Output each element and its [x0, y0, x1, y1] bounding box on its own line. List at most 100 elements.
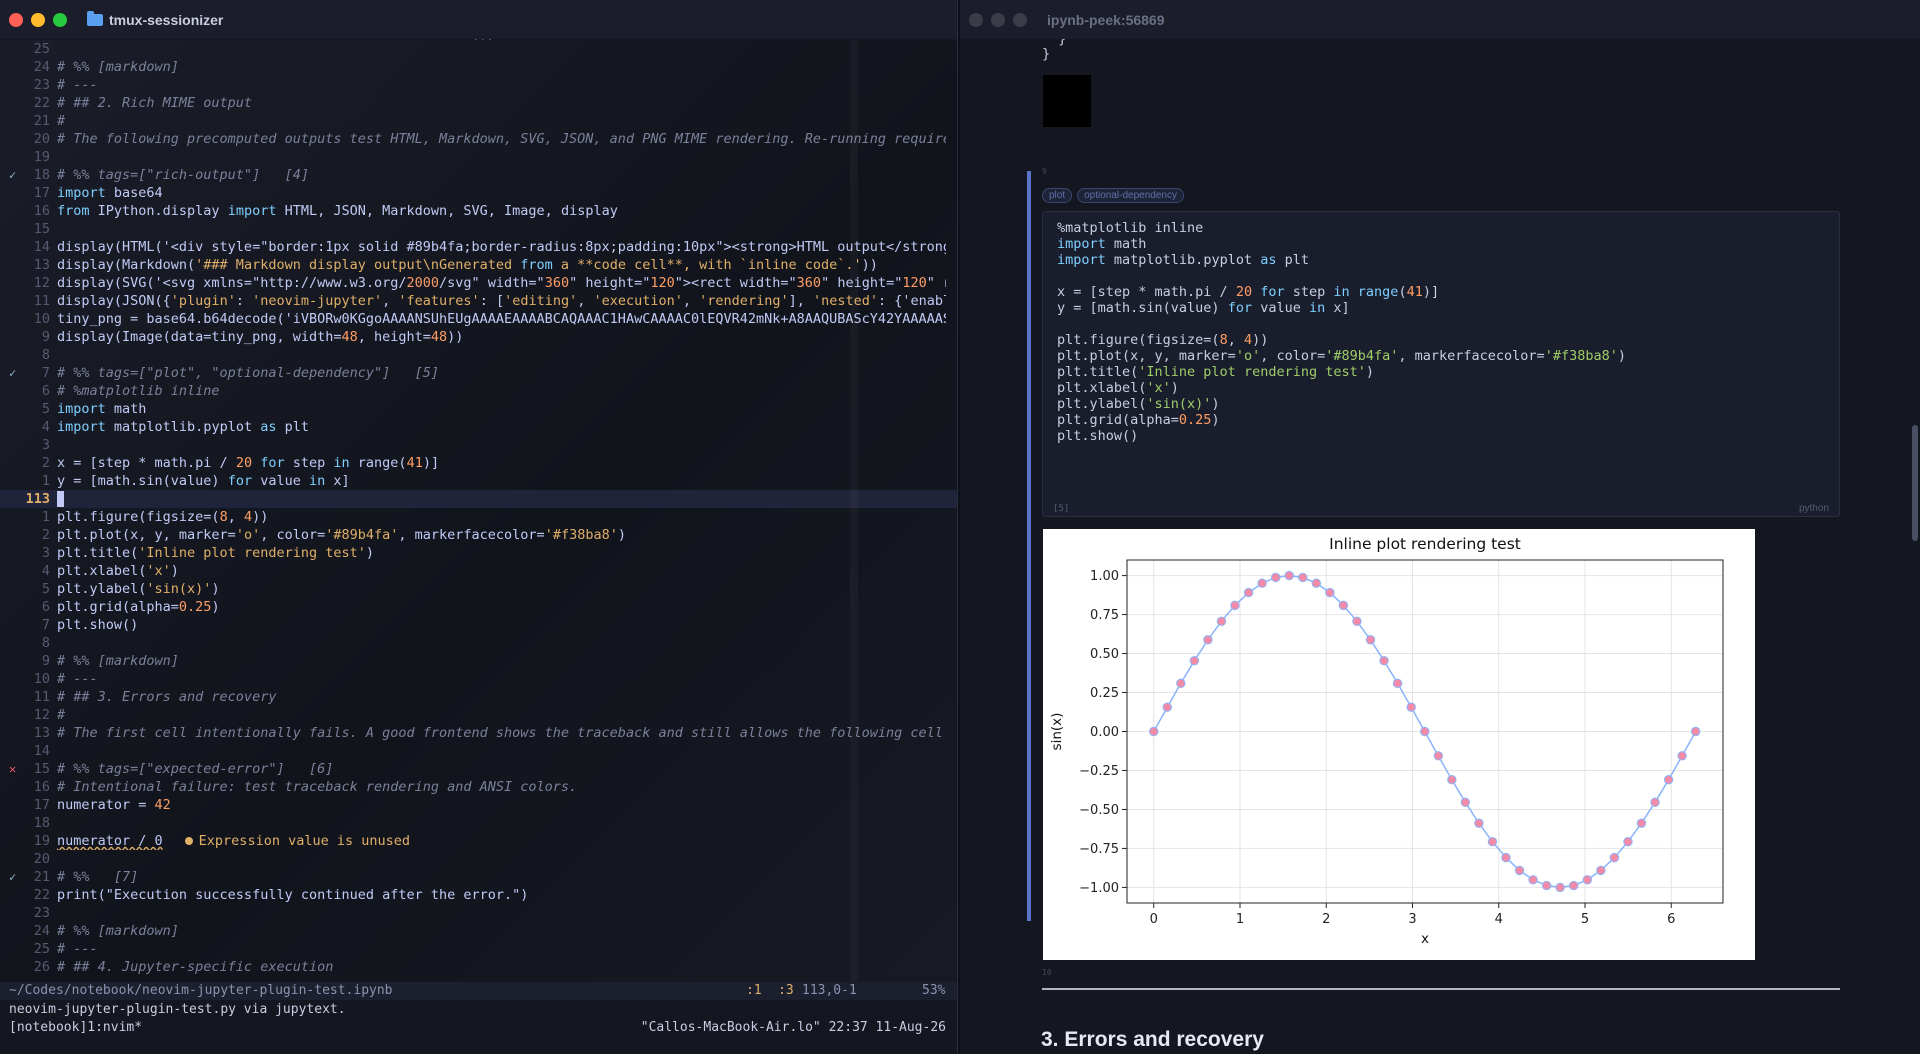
editor-line[interactable]: ✓ 18 # %% tags=["rich-output"] [4]: [0, 166, 957, 184]
editor-line[interactable]: 25 # ---: [0, 940, 957, 958]
data-point: [1325, 587, 1335, 598]
editor-line[interactable]: 10 # ---: [0, 670, 957, 688]
editor-line[interactable]: 5 import math: [0, 400, 957, 418]
cursor: [57, 490, 946, 508]
editor-line[interactable]: 20 # The following precomputed outputs te…: [0, 130, 957, 148]
line-number: 24: [33, 923, 50, 939]
cell-tags: plot optional-dependency: [1042, 188, 1184, 203]
editor-line[interactable]: 8: [0, 634, 957, 652]
line-number: 18: [33, 815, 50, 831]
cell-tag[interactable]: optional-dependency: [1077, 188, 1184, 203]
code-cell[interactable]: [5] python %matplotlib inline import math…: [1042, 211, 1840, 517]
editor-line[interactable]: 3: [0, 436, 957, 454]
preview-titlebar[interactable]: ipynb-peek:56869: [960, 0, 1920, 39]
editor-line[interactable]: 2 x = [step * math.pi / 20 for step in ra…: [0, 454, 957, 472]
editor-line[interactable]: 21 #: [0, 112, 957, 130]
y-tick-label: −0.75: [1079, 842, 1119, 857]
editor-line[interactable]: 1 plt.figure(figsize=(8, 4)): [0, 508, 957, 526]
editor-line[interactable]: 5 plt.ylabel('sin(x)'): [0, 580, 957, 598]
scrollbar[interactable]: [1910, 39, 1920, 1054]
cell-tag[interactable]: plot: [1042, 188, 1073, 203]
data-point: [1650, 797, 1660, 807]
x-tick-label: 3: [1408, 912, 1416, 927]
data-point: [1243, 587, 1254, 598]
editor-line[interactable]: 7 plt.show(): [0, 616, 957, 634]
y-tick-label: 0.00: [1090, 725, 1119, 740]
editor-line[interactable]: 10 tiny_png = base64.b64decode('iVBORw0KG…: [0, 310, 957, 328]
minimize-window-button[interactable]: [31, 12, 45, 27]
markdown-heading: 3. Errors and recovery: [1041, 1028, 1264, 1051]
code-text: display(HTML('<div style="border:1px sol…: [57, 239, 946, 255]
terminal-window[interactable]: tmux-sessionizer ... 25 24 # %% [markdown]…: [0, 0, 958, 1054]
line-number: 9: [41, 653, 50, 669]
line-number: 12: [33, 707, 50, 723]
editor-line[interactable]: 19 numerator / 0 Expression value is unuse…: [0, 832, 957, 850]
y-tick-label: 1.00: [1090, 569, 1119, 584]
editor-line[interactable]: 12 #: [0, 706, 957, 724]
editor-line[interactable]: 11 # ## 3. Errors and recovery: [0, 688, 957, 706]
editor-line[interactable]: 113: [0, 490, 957, 508]
editor-line[interactable]: 14: [0, 742, 957, 760]
preview-window[interactable]: ipynb-peek:56869 } } 9 plot optional-dep…: [960, 0, 1920, 1054]
editor-line[interactable]: 9 # %% [markdown]: [0, 652, 957, 670]
editor-line[interactable]: 13 # The first cell intentionally fails. …: [0, 724, 957, 742]
editor-line[interactable]: 16 # Intentional failure: test traceback …: [0, 778, 957, 796]
editor-line[interactable]: 15: [0, 220, 957, 238]
editor-line[interactable]: 8: [0, 346, 957, 364]
editor-line[interactable]: 20: [0, 850, 957, 868]
nvim-editor[interactable]: 25 24 # %% [markdown] 23 # --- 22 # ## 2. Rich…: [0, 40, 957, 982]
editor-line[interactable]: ✕ 15 # %% tags=["expected-error"] [6]: [0, 760, 957, 778]
editor-line[interactable]: 9 display(Image(data=tiny_png, width=48, …: [0, 328, 957, 346]
editor-line[interactable]: 13 display(Markdown('### Markdown display…: [0, 256, 957, 274]
code-text: plt.plot(x, y, marker='o', color='#89b4f…: [57, 527, 626, 543]
editor-line[interactable]: 4 plt.xlabel('x'): [0, 562, 957, 580]
editor-line[interactable]: 11 display(JSON({'plugin': 'neovim-jupyte…: [0, 292, 957, 310]
line-number: 19: [33, 833, 50, 849]
editor-line[interactable]: 22 print("Execution successfully continue…: [0, 886, 957, 904]
code-text: y = [math.sin(value) for value in x]: [57, 473, 350, 489]
close-window-button[interactable]: [9, 12, 23, 27]
data-point: [1176, 678, 1186, 689]
editor-line[interactable]: 26 # ## 4. Jupyter-specific execution: [0, 958, 957, 976]
data-point: [1677, 751, 1687, 761]
editor-line[interactable]: 3 plt.title('Inline plot rendering test'): [0, 544, 957, 562]
editor-line[interactable]: 17 import base64: [0, 184, 957, 202]
data-point: [1541, 880, 1552, 891]
editor-line[interactable]: 1 y = [math.sin(value) for value in x]: [0, 472, 957, 490]
tmux-session[interactable]: [notebook]1:nvim*: [9, 1019, 142, 1037]
data-point: [1663, 774, 1674, 785]
editor-line[interactable]: 6 plt.grid(alpha=0.25): [0, 598, 957, 616]
editor-line[interactable]: 23 # ---: [0, 76, 957, 94]
editor-line[interactable]: 6 # %matplotlib inline: [0, 382, 957, 400]
editor-line[interactable]: 24 # %% [markdown]: [0, 58, 957, 76]
notebook-view[interactable]: } } 9 plot optional-dependency [5] pytho…: [960, 39, 1920, 1054]
line-number: 6: [41, 383, 50, 399]
editor-line[interactable]: 23: [0, 904, 957, 922]
zoom-window-button[interactable]: [53, 12, 67, 27]
editor-line[interactable]: 14 display(HTML('<div style="border:1px s…: [0, 238, 957, 256]
scrollbar-thumb[interactable]: [1912, 425, 1918, 541]
minimize-window-button[interactable]: [991, 12, 1005, 27]
editor-line[interactable]: 12 display(SVG('<svg xmlns="http://www.w3…: [0, 274, 957, 292]
editor-line[interactable]: 4 import matplotlib.pyplot as plt: [0, 418, 957, 436]
data-point: [1582, 875, 1593, 885]
line-number: 17: [33, 797, 50, 813]
editor-line[interactable]: ✓ 21 # %% [7]: [0, 868, 957, 886]
editor-line[interactable]: 18: [0, 814, 957, 832]
editor-line[interactable]: 17 numerator = 42: [0, 796, 957, 814]
line-number: 22: [33, 887, 50, 903]
editor-line[interactable]: 19: [0, 148, 957, 166]
zoom-window-button[interactable]: [1013, 12, 1027, 27]
editor-line[interactable]: 2 plt.plot(x, y, marker='o', color='#89b4…: [0, 526, 957, 544]
editor-line[interactable]: 24 # %% [markdown]: [0, 922, 957, 940]
editor-line[interactable]: ✓ 7 # %% tags=["plot", "optional-dependenc…: [0, 364, 957, 382]
code-text: #: [57, 707, 66, 723]
editor-line[interactable]: 22 # ## 2. Rich MIME output: [0, 94, 957, 112]
editor-line[interactable]: 16 from IPython.display import HTML, JSON…: [0, 202, 957, 220]
statusline-file: ~/Codes/notebook/neovim-jupyter-plugin-t…: [9, 983, 393, 998]
close-window-button[interactable]: [969, 12, 983, 27]
code-text: # %% tags=["plot", "optional-dependency"…: [57, 365, 440, 381]
editor-line[interactable]: 25: [0, 40, 957, 58]
data-point: [1392, 678, 1403, 689]
statusline-diag-1: :1: [746, 983, 762, 998]
